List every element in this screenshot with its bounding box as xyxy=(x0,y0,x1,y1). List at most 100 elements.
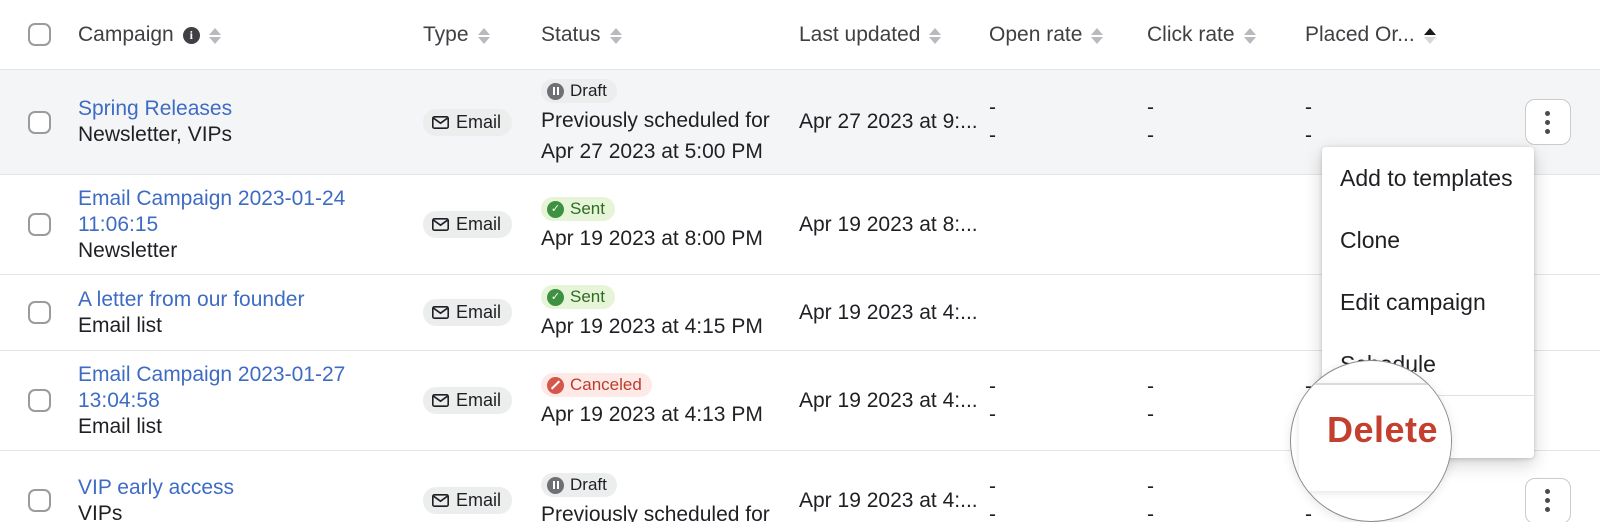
row-checkbox[interactable] xyxy=(27,213,51,236)
envelope-icon xyxy=(432,218,449,231)
check-circle-icon: ✓ xyxy=(547,288,564,306)
table-header-row: Campaign i Type Status Last updated Open… xyxy=(0,0,1600,70)
menu-item-edit-campaign[interactable]: Edit campaign xyxy=(1322,271,1534,333)
status-badge-label: Sent xyxy=(570,199,605,218)
campaign-name-link[interactable]: Email Campaign 2023-01-27 13:04:58 xyxy=(78,362,423,414)
status-subtitle-line1: Apr 19 2023 at 4:13 PM xyxy=(541,403,763,426)
last-updated-cell: Apr 19 2023 at 4:... xyxy=(799,388,978,412)
campaigns-table-screen: Campaign i Type Status Last updated Open… xyxy=(0,0,1600,522)
magnified-menu-separator xyxy=(1299,383,1451,385)
last-updated-cell: Apr 19 2023 at 8:... xyxy=(799,212,978,236)
column-header-status-label: Status xyxy=(541,22,601,46)
status-cell: ✓ Sent Apr 19 2023 at 8:00 PM xyxy=(541,197,799,252)
status-badge-label: Sent xyxy=(570,287,605,306)
campaign-name-link[interactable]: VIP early access xyxy=(78,475,423,501)
sort-chevron-icon[interactable] xyxy=(609,27,622,44)
status-badge-label: Draft xyxy=(570,81,607,100)
open-rate-line2: - xyxy=(989,502,996,522)
status-subtitle-line1: Apr 19 2023 at 4:15 PM xyxy=(541,315,763,338)
campaign-cell: Spring Releases Newsletter, VIPs xyxy=(78,96,423,148)
type-cell: Email xyxy=(423,108,541,136)
placed-orders-line1: - xyxy=(1305,96,1312,119)
select-all-checkbox[interactable] xyxy=(27,23,51,46)
sort-chevron-icon[interactable] xyxy=(1243,27,1256,44)
row-checkbox[interactable] xyxy=(27,489,51,512)
status-subtitle-line1: Previously scheduled for xyxy=(541,503,770,522)
kebab-menu-icon[interactable] xyxy=(1524,477,1571,522)
column-header-campaign-label: Campaign xyxy=(78,22,174,46)
type-badge-label: Email xyxy=(456,490,502,510)
row-select-cell xyxy=(0,301,78,324)
type-cell: Email xyxy=(423,387,541,414)
menu-item-clone[interactable]: Clone xyxy=(1322,209,1534,271)
type-badge-label: Email xyxy=(456,214,502,234)
status-cell: Draft Previously scheduled for Apr 27 20… xyxy=(541,79,799,165)
status-cell: ✓ Sent Apr 19 2023 at 4:15 PM xyxy=(541,285,799,340)
campaign-name-link[interactable]: Email Campaign 2023-01-24 11:06:15 xyxy=(78,186,423,238)
row-checkbox[interactable] xyxy=(27,389,51,412)
envelope-icon xyxy=(432,494,449,507)
type-badge-label: Email xyxy=(456,111,502,132)
click-rate-line1: - xyxy=(1147,474,1154,498)
campaign-audience: Newsletter, VIPs xyxy=(78,123,233,146)
magnifier-overlay: Delete xyxy=(1290,360,1452,522)
click-rate-line1: - xyxy=(1147,374,1154,398)
row-select-cell xyxy=(0,389,78,412)
column-header-last-updated[interactable]: Last updated xyxy=(799,23,989,47)
kebab-menu-icon[interactable] xyxy=(1524,99,1571,145)
envelope-icon xyxy=(432,306,449,319)
placed-orders-cell: - - xyxy=(1305,94,1495,150)
column-header-type[interactable]: Type xyxy=(423,23,541,47)
sort-chevron-icon[interactable] xyxy=(1091,27,1104,44)
type-cell: Email xyxy=(423,299,541,326)
status-subtitle-line1: Apr 19 2023 at 8:00 PM xyxy=(541,227,763,250)
campaign-name-link[interactable]: Spring Releases xyxy=(78,96,423,122)
open-rate-cell: - - xyxy=(989,473,1147,522)
row-checkbox[interactable] xyxy=(27,301,51,324)
open-rate-line1: - xyxy=(989,374,996,398)
open-rate-line1: - xyxy=(989,96,996,119)
column-header-placed-orders[interactable]: Placed Or... xyxy=(1305,23,1495,47)
status-badge: Draft xyxy=(541,79,617,103)
pause-circle-icon xyxy=(547,476,564,494)
envelope-icon xyxy=(432,394,449,407)
status-badge-label: Canceled xyxy=(570,375,642,394)
row-select-cell xyxy=(0,213,78,236)
pause-circle-icon xyxy=(547,82,564,100)
column-header-last-updated-label: Last updated xyxy=(799,22,921,46)
type-badge: Email xyxy=(423,108,513,136)
click-rate-line2: - xyxy=(1147,502,1154,522)
open-rate-cell: - - xyxy=(989,94,1147,150)
column-header-click-rate[interactable]: Click rate xyxy=(1147,23,1305,47)
campaign-audience: Email list xyxy=(78,414,163,438)
open-rate-line2: - xyxy=(989,124,996,147)
campaign-name-link[interactable]: A letter from our founder xyxy=(78,287,423,313)
select-all-cell xyxy=(0,23,78,46)
column-header-click-rate-label: Click rate xyxy=(1147,22,1235,46)
column-header-open-rate[interactable]: Open rate xyxy=(989,23,1147,47)
status-cell: Canceled Apr 19 2023 at 4:13 PM xyxy=(541,373,799,428)
sort-chevron-icon[interactable] xyxy=(477,27,490,44)
sort-chevron-icon[interactable] xyxy=(929,27,942,44)
click-rate-line2: - xyxy=(1147,124,1154,147)
status-badge: ✓ Sent xyxy=(541,197,615,221)
click-rate-cell: - - xyxy=(1147,373,1305,429)
status-badge-label: Draft xyxy=(570,475,607,494)
click-rate-cell: - - xyxy=(1147,94,1305,150)
menu-item-add-to-templates[interactable]: Add to templates xyxy=(1322,147,1534,209)
column-header-status[interactable]: Status xyxy=(541,23,799,47)
type-badge: Email xyxy=(423,487,513,514)
slash-circle-icon xyxy=(547,376,564,394)
column-header-campaign[interactable]: Campaign i xyxy=(78,23,423,47)
campaign-audience: Newsletter xyxy=(78,238,178,262)
open-rate-cell: - - xyxy=(989,373,1147,429)
row-checkbox[interactable] xyxy=(27,110,51,134)
type-badge: Email xyxy=(423,387,513,414)
sort-chevron-icon-active[interactable] xyxy=(1423,27,1436,44)
type-badge-label: Email xyxy=(456,302,502,322)
sort-chevron-icon[interactable] xyxy=(208,27,221,44)
placed-orders-line2: - xyxy=(1305,124,1312,147)
type-cell: Email xyxy=(423,487,541,514)
row-select-cell xyxy=(0,489,78,512)
info-icon[interactable]: i xyxy=(182,27,200,44)
